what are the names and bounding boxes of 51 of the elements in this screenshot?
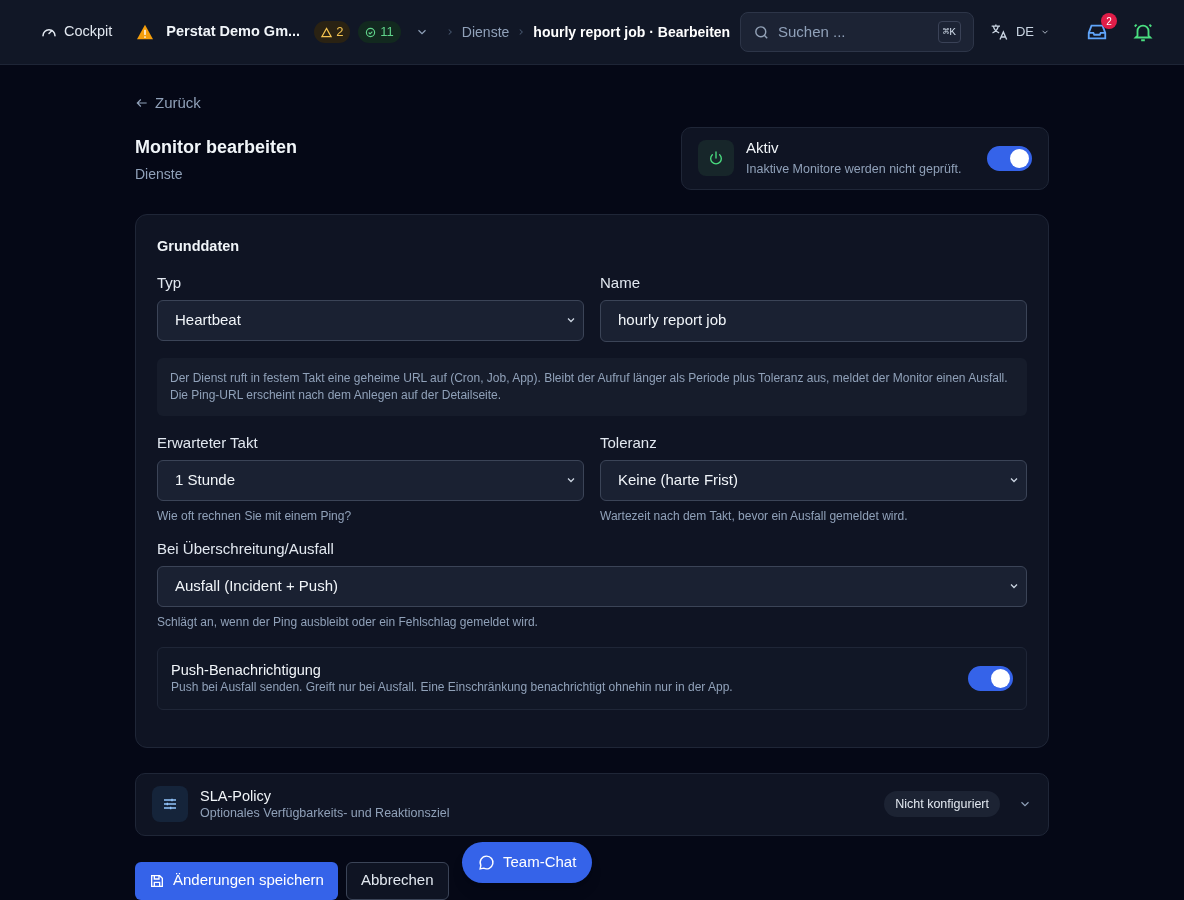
bell-icon[interactable]: [1132, 21, 1154, 43]
chat-icon: [478, 854, 495, 871]
active-label: Aktiv: [746, 138, 780, 159]
sliders-icon: [152, 786, 188, 822]
save-button[interactable]: Änderungen speichern: [135, 861, 338, 900]
ok-count-badge: 11: [358, 21, 401, 43]
field-label: Name: [600, 273, 641, 292]
failure-action-select[interactable]: Ausfall (Incident + Push): [157, 565, 1027, 607]
notification-count-badge: 2: [1101, 13, 1117, 29]
type-select[interactable]: Heartbeat: [157, 299, 584, 341]
back-link[interactable]: Zurück: [135, 92, 1049, 115]
status-badge: Nicht konfiguriert: [884, 790, 1000, 818]
language-selector[interactable]: DE: [989, 22, 1050, 42]
active-hint: Inaktive Monitore werden nicht geprüft.: [746, 160, 963, 178]
field-label: Bei Überschreitung/Ausfall: [157, 539, 335, 558]
field-label: Erwarteter Takt: [157, 433, 259, 452]
save-icon: [149, 872, 165, 889]
interval-select[interactable]: 1 Stunde: [157, 459, 584, 501]
field-label: Toleranz: [600, 433, 658, 452]
page-title: Monitor bearbeiten: [135, 135, 297, 159]
translate-icon: [989, 22, 1010, 42]
info-text: Der Dienst ruft in festem Takt eine geheime URL auf (Cron, Job, App). Bleibt der Aufruf länger als Periode plus Toleranz aus, meldet der Monitor einen Ausfall. Die Ping-URL erscheint nach dem Anlegen auf der Detailseite.: [157, 357, 1027, 416]
search-icon: [752, 23, 770, 41]
sla-title: SLA-Policy: [200, 787, 272, 805]
field-label: Typ: [157, 273, 183, 292]
tolerance-select[interactable]: Keine (harte Frist): [600, 459, 1027, 501]
warning-count-badge: 2: [314, 21, 351, 43]
name-input[interactable]: hourly report job: [618, 309, 1009, 332]
help-text: Wie oft rechnen Sie mit einem Ping?: [157, 508, 353, 524]
search-field[interactable]: Suchen ... ⌘K: [739, 12, 974, 52]
power-icon: [698, 140, 734, 176]
team-chat-button[interactable]: Team-Chat: [462, 842, 593, 883]
cancel-button[interactable]: Abbrechen: [345, 861, 449, 900]
help-text: Wartezeit nach dem Takt, bevor ein Ausfall gemeldet wird.: [600, 508, 909, 524]
breadcrumb-current: hourly report job · Bearbeiten: [533, 22, 731, 42]
page-subtitle: Dienste: [135, 164, 184, 183]
name-input-field[interactable]: hourly report job: [600, 299, 1027, 342]
push-label: Push-Benachrichtigung: [171, 661, 322, 679]
sla-subtitle: Optionales Verfügbarkeits- und Reaktionsziel: [200, 805, 451, 821]
help-text: Schlägt an, wenn der Ping ausbleibt oder ein Fehlschlag gemeldet wird.: [157, 614, 539, 630]
sla-card[interactable]: SLA-Policy Optionales Verfügbarkeits- und Reaktionsziel Nicht konfiguriert: [135, 772, 1049, 836]
shortcut-key: ⌘K: [937, 20, 961, 44]
push-toggle[interactable]: [968, 665, 1013, 691]
search-input[interactable]: Suchen ...: [777, 20, 928, 44]
section-title: Grunddaten: [157, 236, 241, 255]
active-toggle[interactable]: [987, 145, 1032, 171]
push-hint: Push bei Ausfall senden. Greift nur bei Ausfall. Eine Einschränkung benachrichtigt ohnehin nur in der App.: [171, 679, 734, 695]
cockpit-link[interactable]: Cockpit: [40, 21, 113, 43]
organization-name[interactable]: Perstat Demo Gm...: [166, 21, 301, 43]
breadcrumb-link[interactable]: Dienste: [461, 21, 510, 43]
warning-icon: [136, 24, 155, 40]
